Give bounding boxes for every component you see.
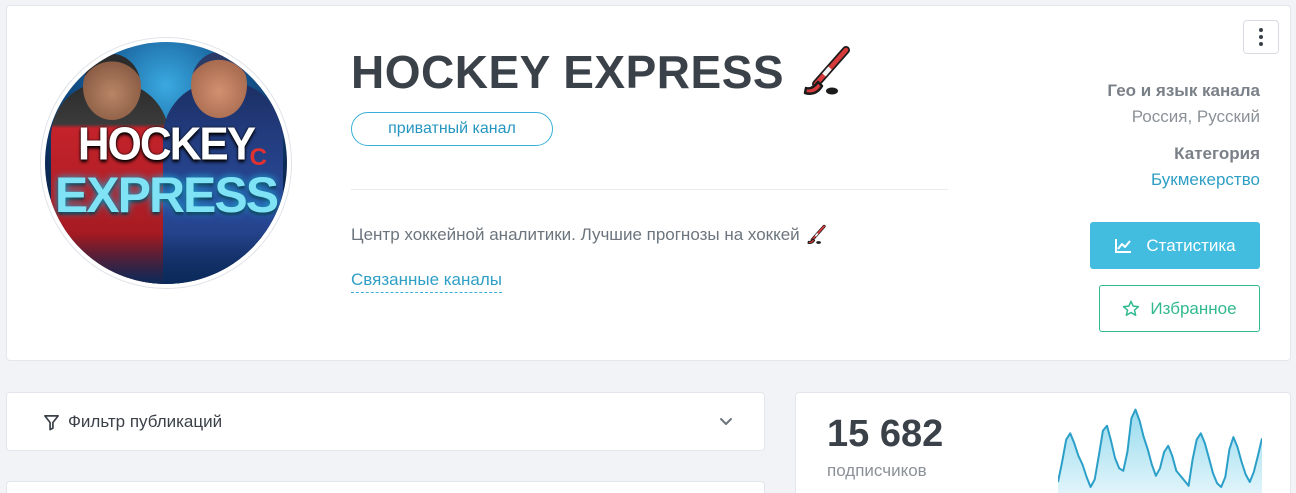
hockey-stick-icon [807, 224, 826, 245]
player-left-head [83, 54, 141, 120]
avatar-ice [45, 234, 287, 284]
subscribers-sparkline [1058, 408, 1262, 493]
channel-description: Центр хоккейной аналитики. Лучшие прогно… [351, 224, 828, 246]
category-section: Категория Букмекерство [1151, 144, 1260, 190]
subscribers-label: подписчиков [827, 461, 927, 480]
channel-title: HOCKEY EXPRESS [351, 46, 785, 98]
subscribers-card: 15 682 подписчиков [795, 392, 1291, 493]
line-chart-icon [1115, 238, 1132, 253]
description-text: Центр хоккейной аналитики. Лучшие прогно… [351, 225, 800, 244]
channel-avatar: C HOCKEY EXPRESS [40, 37, 292, 289]
filter-label: Фильтр публикаций [68, 412, 223, 431]
posts-card [6, 481, 765, 493]
channel-header-card: C HOCKEY EXPRESS HOCKEY EXPRESS приватны… [6, 5, 1291, 361]
star-icon [1123, 300, 1140, 317]
funnel-icon [44, 414, 59, 430]
hockey-stick-icon [803, 46, 851, 95]
avatar-logo-line1: HOCKEY [77, 118, 256, 171]
more-vertical-icon-dot [1259, 28, 1263, 32]
header-divider [351, 189, 948, 190]
subscribers-count: 15 682 [827, 413, 944, 455]
category-label: Категория [1174, 144, 1260, 163]
avatar-image: C HOCKEY EXPRESS [45, 42, 287, 284]
favorite-button[interactable]: Избранное [1099, 285, 1260, 332]
statistics-label: Статистика [1146, 235, 1236, 255]
geo-label: Гео и язык канала [1107, 81, 1260, 100]
more-options-button[interactable] [1243, 20, 1279, 54]
statistics-button[interactable]: Статистика [1090, 222, 1260, 269]
publication-filter[interactable]: Фильтр публикаций [6, 392, 765, 451]
title-row: HOCKEY EXPRESS [351, 44, 856, 100]
player-right-head [191, 52, 247, 118]
private-channel-badge: приватный канал [351, 112, 553, 146]
geo-section: Гео и язык канала Россия, Русский [1107, 81, 1260, 127]
geo-value: Россия, Русский [1131, 107, 1260, 126]
category-link[interactable]: Букмекерство [1151, 170, 1260, 190]
chevron-down-icon[interactable] [718, 413, 734, 429]
avatar-logo-line2: EXPRESS [54, 167, 279, 223]
filter-header: Фильтр публикаций [43, 412, 222, 432]
more-vertical-icon-dot [1259, 42, 1263, 46]
related-channels-link[interactable]: Связанные каналы [351, 270, 502, 293]
favorite-label: Избранное [1150, 298, 1237, 318]
more-vertical-icon-dot [1259, 35, 1263, 39]
